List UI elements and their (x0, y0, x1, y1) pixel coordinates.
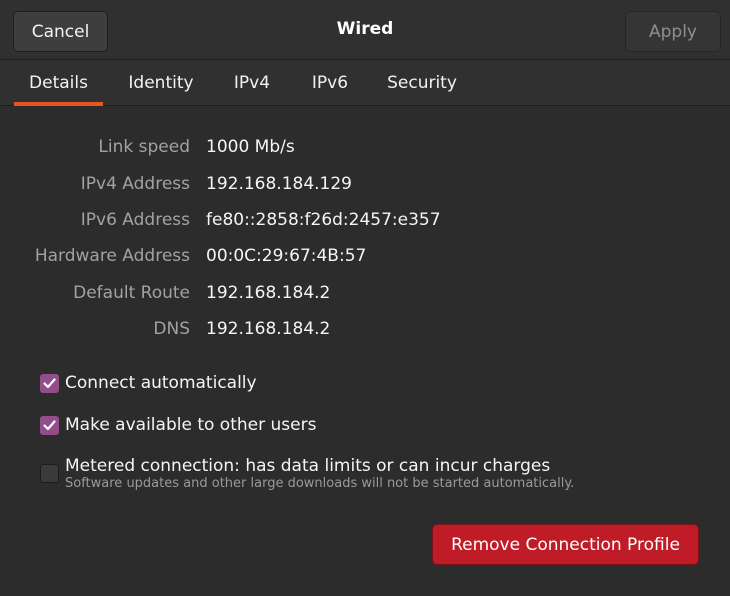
ipv6-address-label: IPv6 Address (80, 210, 190, 230)
default-route-value: 192.168.184.2 (206, 283, 331, 303)
check-icon (43, 420, 56, 431)
check-icon (43, 378, 56, 389)
tab-ipv6[interactable]: IPv6 (300, 60, 360, 106)
ipv6-address-value: fe80::2858:f26d:2457:e357 (206, 210, 441, 230)
dns-value: 192.168.184.2 (206, 319, 331, 339)
active-tab-indicator (14, 102, 103, 106)
tab-security[interactable]: Security (376, 60, 468, 106)
metered-connection-description: Software updates and other large downloa… (65, 476, 575, 491)
tab-details[interactable]: Details (14, 60, 103, 106)
dialog-title: Wired (336, 19, 394, 39)
remove-connection-profile-button[interactable]: Remove Connection Profile (432, 524, 699, 565)
header-bar: Cancel Wired Apply (0, 0, 730, 60)
default-route-label: Default Route (73, 283, 190, 303)
tab-bar: Details Identity IPv4 IPv6 Security (0, 60, 730, 106)
connect-automatically-label: Connect automatically (65, 373, 257, 393)
apply-button[interactable]: Apply (625, 11, 721, 52)
hardware-address-value: 00:0C:29:67:4B:57 (206, 246, 367, 266)
tab-identity[interactable]: Identity (118, 60, 204, 106)
tab-ipv4[interactable]: IPv4 (222, 60, 282, 106)
make-available-label: Make available to other users (65, 415, 317, 435)
metered-connection-label: Metered connection: has data limits or c… (65, 456, 551, 476)
wired-settings-dialog: Cancel Wired Apply Details Identity IPv4… (0, 0, 730, 596)
dns-label: DNS (153, 319, 190, 339)
link-speed-value: 1000 Mb/s (206, 137, 295, 157)
link-speed-label: Link speed (98, 137, 190, 157)
make-available-checkbox[interactable] (40, 416, 59, 435)
metered-connection-checkbox[interactable] (40, 464, 59, 483)
ipv4-address-value: 192.168.184.129 (206, 174, 353, 194)
connect-automatically-checkbox[interactable] (40, 374, 59, 393)
ipv4-address-label: IPv4 Address (80, 174, 190, 194)
hardware-address-label: Hardware Address (34, 246, 190, 266)
